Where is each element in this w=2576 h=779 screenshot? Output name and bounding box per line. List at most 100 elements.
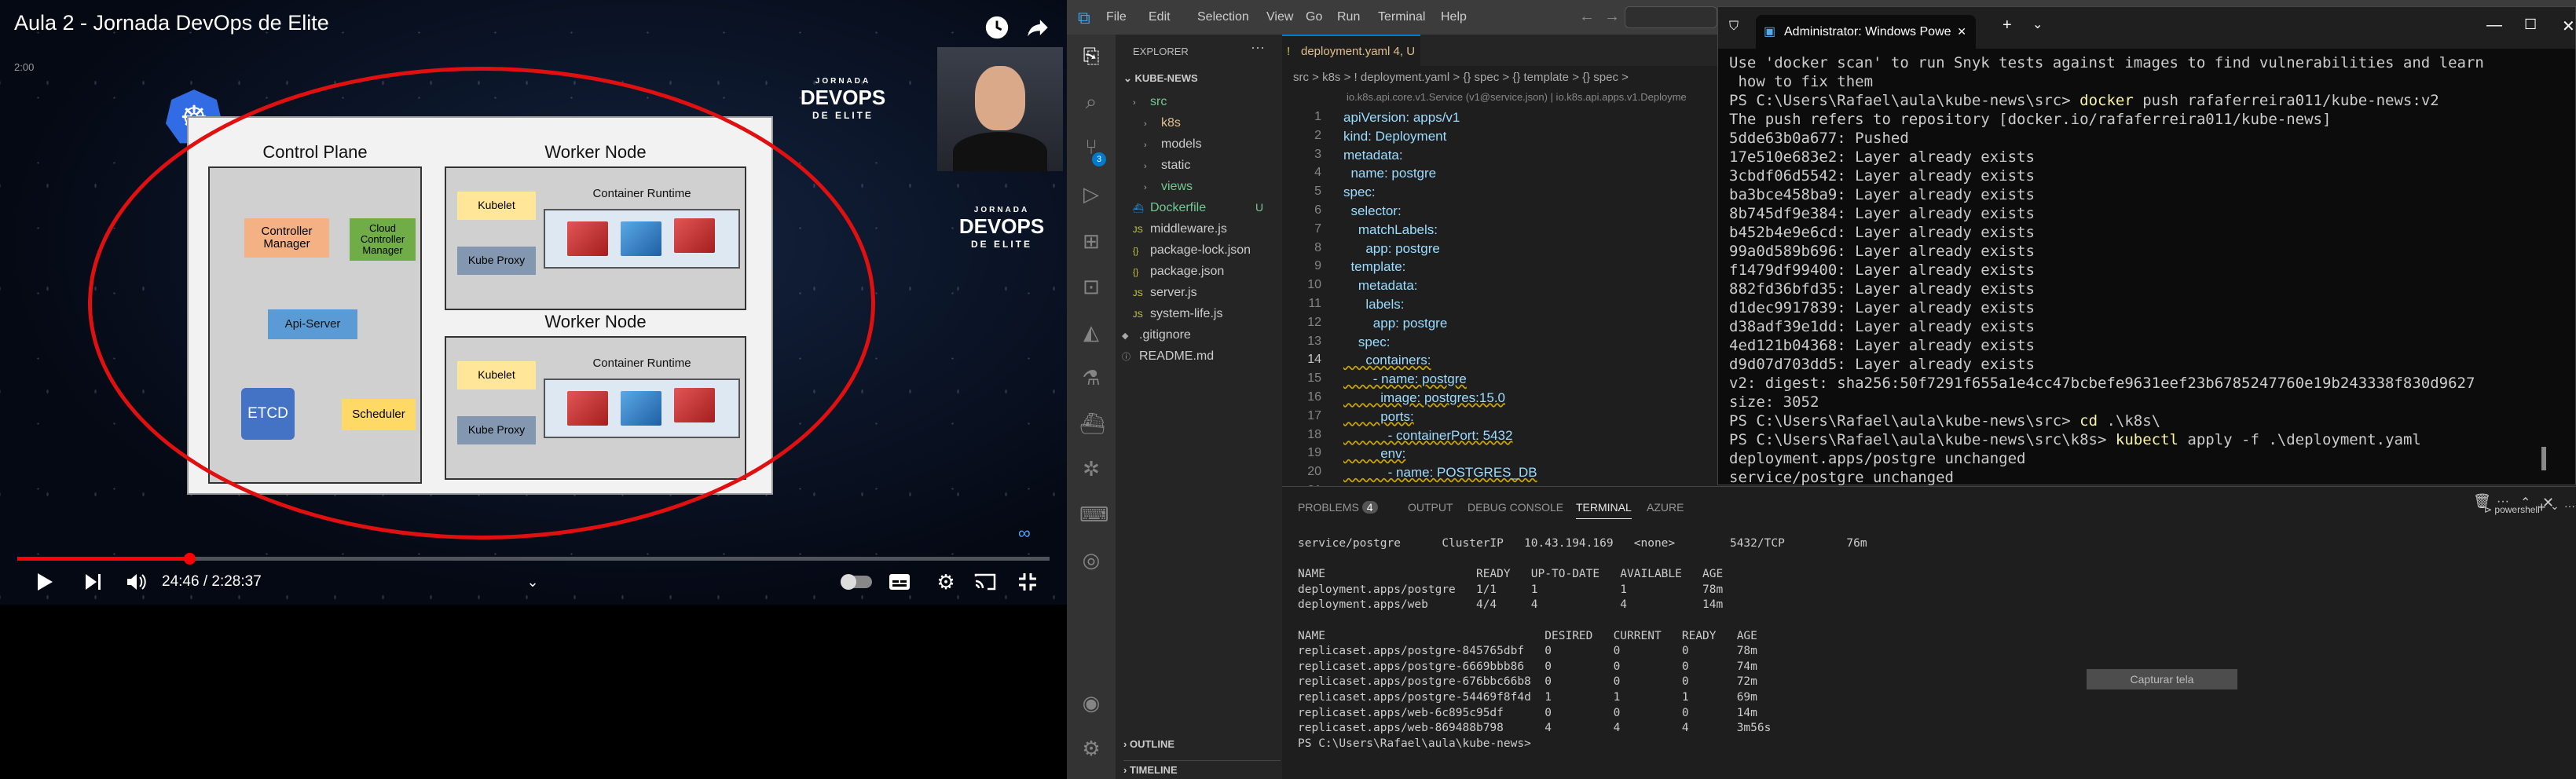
file-tree-item[interactable]: JS server.js xyxy=(1133,282,1197,303)
menu-item-go[interactable]: Go xyxy=(1306,10,1322,24)
menu-item-file[interactable]: File xyxy=(1106,10,1127,24)
menu-item-run[interactable]: Run xyxy=(1337,10,1360,24)
docker-icon[interactable]: ⛴ xyxy=(1079,411,1105,435)
code-line[interactable]: - name: postgre xyxy=(1343,371,1467,387)
tab-output[interactable]: OUTPUT xyxy=(1408,501,1453,514)
code-line[interactable]: spec: xyxy=(1343,335,1391,350)
more-icon[interactable]: ··· xyxy=(2497,495,2509,509)
run-debug-icon[interactable]: ▷ xyxy=(1079,182,1103,206)
azure-icon[interactable]: ◭ xyxy=(1079,320,1103,344)
file-tree-item[interactable]: › views xyxy=(1144,176,1193,197)
fullscreen-button[interactable] xyxy=(1013,569,1042,595)
menu-item-selection[interactable]: Selection xyxy=(1197,10,1249,24)
file-tree-item[interactable]: ◆ .gitignore xyxy=(1122,324,1191,346)
file-tree-item[interactable]: JS system-life.js xyxy=(1133,303,1222,324)
code-line[interactable]: image: postgres:15.0 xyxy=(1343,390,1505,406)
close-panel-icon[interactable]: ✕ xyxy=(2542,495,2554,511)
trash-icon[interactable]: 🗑 xyxy=(2473,493,2491,510)
progress-bar[interactable] xyxy=(17,553,1050,565)
code-line[interactable]: metadata: xyxy=(1343,278,1418,294)
capture-screen-button[interactable]: Capturar tela xyxy=(2087,669,2237,689)
watch-later-icon[interactable] xyxy=(984,14,1010,41)
tab-problems[interactable]: PROBLEMS 4 xyxy=(1298,501,1378,514)
shell-selector[interactable]: ⊳ powershell xyxy=(2484,504,2540,515)
chapter-chevron-button[interactable]: ⌄ xyxy=(522,569,544,595)
code-line[interactable]: containers: xyxy=(1343,353,1431,368)
breadcrumb[interactable]: src > k8s > ! deployment.yaml > {} spec … xyxy=(1293,71,1629,84)
code-line[interactable]: ports: xyxy=(1343,409,1414,425)
code-line[interactable]: - containerPort: 5432 xyxy=(1343,428,1513,444)
code-line[interactable]: app: postgre xyxy=(1343,316,1448,331)
close-tab-icon[interactable]: ✕ xyxy=(1957,15,1966,49)
account-icon[interactable]: ◉ xyxy=(1079,691,1103,715)
file-tree-item[interactable]: {} package-lock.json xyxy=(1133,240,1251,261)
file-tree-item[interactable]: › src xyxy=(1133,91,1167,112)
file-tree-item[interactable]: {} package.json xyxy=(1133,261,1224,282)
autoplay-toggle[interactable] xyxy=(839,569,874,595)
more-actions-icon[interactable]: ··· xyxy=(2564,499,2575,512)
share-icon[interactable] xyxy=(1024,14,1051,41)
menu-item-help[interactable]: Help xyxy=(1441,10,1467,24)
tab-terminal[interactable]: TERMINAL xyxy=(1576,501,1632,519)
project-root[interactable]: ⌄ KUBE-NEWS xyxy=(1123,72,1198,85)
settings-button[interactable]: ⚙ xyxy=(932,569,960,595)
terminal-tab[interactable]: ▣ Administrator: Windows Powe ✕ xyxy=(1756,15,1976,49)
terminal-icon[interactable]: ⌨ xyxy=(1079,503,1109,526)
video-frame[interactable]: Aula 2 - Jornada DevOps de Elite 2:00 ☸ … xyxy=(0,0,1067,605)
manage-gear-icon[interactable]: ⚙ xyxy=(1079,737,1103,760)
menu-item-view[interactable]: View xyxy=(1266,10,1293,24)
test-icon[interactable]: ⚗ xyxy=(1079,366,1103,390)
terminal-scrollbar[interactable] xyxy=(2541,447,2546,470)
code-line[interactable]: - name: POSTGRES_DB xyxy=(1343,465,1537,481)
kubernetes-icon[interactable]: ✲ xyxy=(1079,457,1103,481)
gitlens-icon[interactable]: ◎ xyxy=(1079,548,1103,572)
subtitles-button[interactable] xyxy=(886,569,913,595)
tab-azure[interactable]: AZURE xyxy=(1647,501,1684,514)
play-button[interactable] xyxy=(31,569,58,595)
menu-item-edit[interactable]: Edit xyxy=(1149,10,1171,24)
chevron-down-icon[interactable]: ⌄ xyxy=(2032,16,2043,32)
back-arrow-icon[interactable]: ← xyxy=(1579,8,1595,26)
code-line[interactable]: labels: xyxy=(1343,297,1404,313)
code-line[interactable]: metadata: xyxy=(1343,148,1403,163)
minimize-icon[interactable]: — xyxy=(2486,16,2502,35)
terminal-command: kubectl xyxy=(2115,431,2178,448)
code-line[interactable]: name: postgre xyxy=(1343,166,1436,181)
search-icon[interactable]: ⌕ xyxy=(1079,90,1103,113)
command-center-search[interactable] xyxy=(1625,6,1717,28)
file-tree-item[interactable]: › k8s xyxy=(1144,112,1181,133)
tab-debug-console[interactable]: DEBUG CONSOLE xyxy=(1468,501,1563,514)
extensions-icon[interactable]: ⊞ xyxy=(1079,229,1103,253)
chevron-up-icon[interactable]: ⌃ xyxy=(2520,495,2530,510)
tab-deployment-yaml[interactable]: ! deployment.yaml 4, U xyxy=(1282,35,1420,66)
code-line[interactable]: matchLabels: xyxy=(1343,222,1438,238)
timeline-section[interactable]: › TIMELINE xyxy=(1123,760,1281,776)
more-actions-icon[interactable]: ··· xyxy=(1251,39,1265,56)
video-title[interactable]: Aula 2 - Jornada DevOps de Elite xyxy=(14,11,329,35)
code-line[interactable]: template: xyxy=(1343,259,1405,275)
code-line[interactable]: app: postgre xyxy=(1343,241,1440,257)
maximize-icon[interactable]: ☐ xyxy=(2524,16,2537,33)
code-line[interactable]: spec: xyxy=(1343,185,1376,200)
volume-button[interactable] xyxy=(123,569,151,595)
close-window-icon[interactable]: ✕ xyxy=(2562,16,2575,36)
file-tree-item[interactable]: JS middleware.js xyxy=(1133,218,1227,240)
menu-item-terminal[interactable]: Terminal xyxy=(1378,10,1425,24)
new-tab-icon[interactable]: + xyxy=(2003,16,2012,35)
explorer-icon[interactable]: ⎘ xyxy=(1079,44,1103,68)
video-player[interactable]: Aula 2 - Jornada DevOps de Elite 2:00 ☸ … xyxy=(0,0,1067,779)
remote-explorer-icon[interactable]: ⊡ xyxy=(1079,275,1103,298)
code-line[interactable]: apiVersion: apps/v1 xyxy=(1343,110,1460,126)
code-line[interactable]: kind: Deployment xyxy=(1343,129,1446,144)
next-button[interactable] xyxy=(80,569,107,595)
outline-section[interactable]: › OUTLINE xyxy=(1123,738,1174,750)
file-tree-item[interactable]: ⓘ README.md xyxy=(1122,346,1214,367)
file-tree-item[interactable]: › static xyxy=(1144,155,1190,176)
file-tree-item[interactable]: ⛴ Dockerfile U xyxy=(1133,197,1263,218)
code-line[interactable]: selector: xyxy=(1343,203,1401,219)
forward-arrow-icon[interactable]: → xyxy=(1604,8,1620,26)
code-line[interactable]: env: xyxy=(1343,446,1405,462)
file-tree-item[interactable]: › models xyxy=(1144,133,1202,155)
cast-button[interactable] xyxy=(971,569,999,595)
terminal-text: b452b4e9e6cd: Layer already exists xyxy=(1729,224,2035,241)
